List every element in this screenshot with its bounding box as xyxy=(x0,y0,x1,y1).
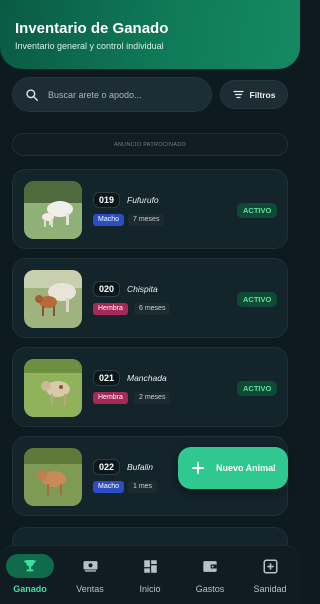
age-badge: 7 meses xyxy=(128,214,165,226)
sex-badge: Macho xyxy=(93,481,125,493)
dashboard-icon xyxy=(143,559,157,573)
plus-icon xyxy=(192,462,204,474)
animal-name: Chispita xyxy=(127,284,158,294)
trophy-icon xyxy=(24,560,36,572)
age-badge: 2 meses xyxy=(134,392,171,404)
cash-icon xyxy=(83,561,97,572)
animal-name: Bufalin xyxy=(127,462,153,472)
age-badge: 1 mes xyxy=(128,481,158,493)
sex-badge: Hembra xyxy=(93,392,128,404)
nav-item-sanidad[interactable]: Sanidad xyxy=(240,546,300,604)
animal-name: Manchada xyxy=(127,373,167,383)
status-badge: ACTIVO xyxy=(237,292,278,307)
bottom-navigation: Ganado Ventas Inicio Gastos Sanidad xyxy=(0,545,300,604)
animal-tag: 020 xyxy=(93,281,121,297)
nav-item-gastos[interactable]: Gastos xyxy=(180,546,240,604)
status-badge: ACTIVO xyxy=(237,381,278,396)
sponsored-ad-banner[interactable]: ANUNCIO PATROCINADO xyxy=(12,133,288,156)
filters-label: Filtros xyxy=(249,89,276,100)
page-title: Inventario de Ganado xyxy=(15,20,169,37)
animal-photo xyxy=(24,448,82,506)
nav-item-inicio[interactable]: Inicio xyxy=(120,546,180,604)
animal-card[interactable]: 019 Fufurufo Macho 7 meses ACTIVO xyxy=(12,169,288,249)
animal-photo xyxy=(24,181,82,239)
medical-plus-icon xyxy=(263,559,277,573)
animal-photo xyxy=(24,270,82,328)
nav-item-ventas[interactable]: Ventas xyxy=(60,546,120,604)
add-animal-label: Nuevo Animal xyxy=(216,463,276,473)
search-bar[interactable] xyxy=(12,77,212,112)
nav-label: Gastos xyxy=(195,584,225,594)
status-badge: ACTIVO xyxy=(237,203,278,218)
filter-icon xyxy=(232,90,244,99)
ad-label: ANUNCIO PATROCINADO xyxy=(113,141,187,148)
animal-tag: 019 xyxy=(93,192,121,208)
animal-card[interactable]: 020 Chispita Hembra 6 meses ACTIVO xyxy=(12,258,288,338)
nav-label: Inicio xyxy=(139,584,161,594)
page-subtitle: Inventario general y control individual xyxy=(15,41,164,51)
sex-badge: Hembra xyxy=(93,303,128,315)
animal-photo xyxy=(24,359,82,417)
search-input[interactable] xyxy=(48,89,198,100)
animal-card[interactable]: 021 Manchada Hembra 2 meses ACTIVO xyxy=(12,347,288,427)
wallet-icon xyxy=(203,560,217,572)
nav-item-ganado[interactable]: Ganado xyxy=(0,546,60,604)
animal-name: Fufurufo xyxy=(127,195,159,205)
sex-badge: Macho xyxy=(93,214,125,226)
age-badge: 6 meses xyxy=(134,303,171,315)
animal-tag: 021 xyxy=(93,370,121,386)
filters-button[interactable]: Filtros xyxy=(220,80,288,109)
nav-label: Ganado xyxy=(13,584,47,594)
search-icon xyxy=(26,88,38,101)
animal-tag: 022 xyxy=(93,459,121,475)
nav-label: Ventas xyxy=(76,584,104,594)
nav-label: Sanidad xyxy=(253,584,287,594)
add-animal-button[interactable]: Nuevo Animal xyxy=(178,447,288,489)
app-header: Inventario de Ganado Inventario general … xyxy=(0,0,300,69)
